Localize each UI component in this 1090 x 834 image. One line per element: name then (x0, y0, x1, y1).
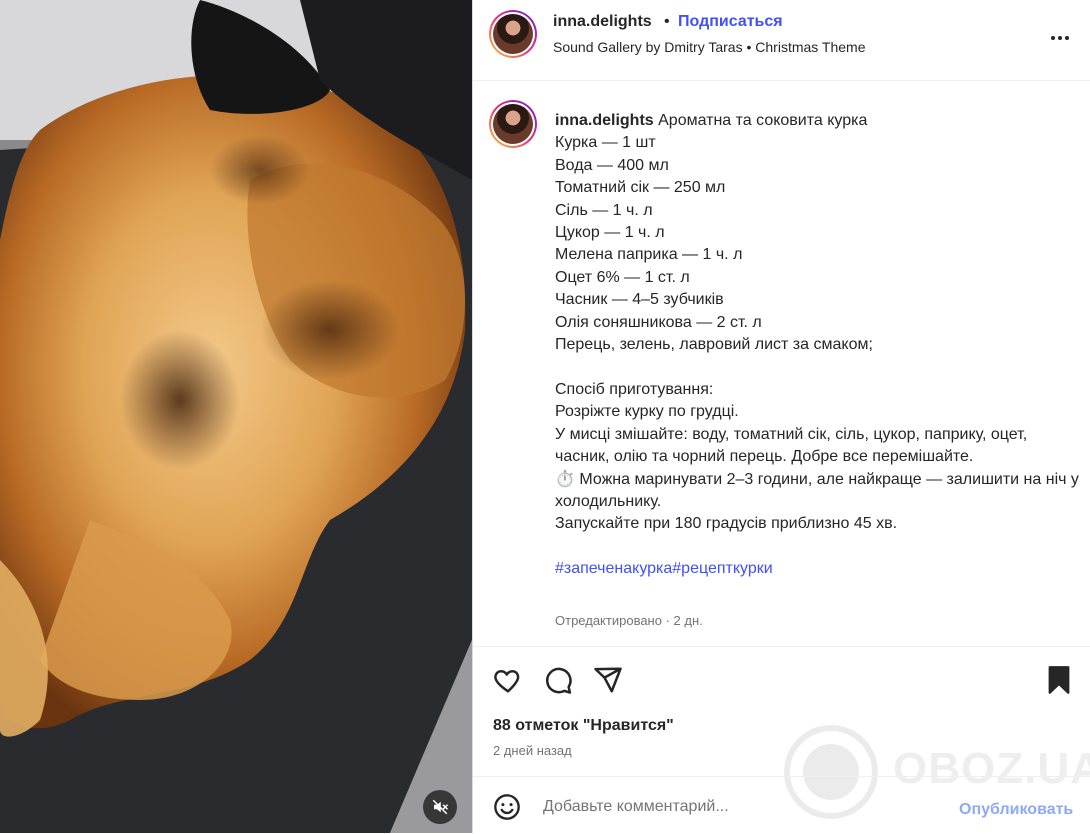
comment-button[interactable] (543, 665, 573, 700)
mute-toggle-button[interactable] (423, 790, 457, 824)
more-options-icon[interactable] (1048, 28, 1072, 48)
like-button[interactable] (493, 665, 523, 700)
avatar[interactable] (489, 10, 537, 58)
post-time[interactable]: 2 дней назад (493, 743, 572, 758)
header-username[interactable]: inna.delights (553, 13, 652, 31)
caption-body: Курка — 1 шт Вода — 400 мл Томатний сік … (555, 134, 1079, 533)
caption-avatar[interactable] (489, 100, 537, 148)
post-details-panel: inna.delights • Подписаться Sound Galler… (472, 0, 1090, 833)
heart-icon (494, 670, 520, 693)
caption-text: inna.delights Ароматна та соковита курка… (555, 110, 1079, 581)
emoji-icon (494, 794, 520, 820)
separator-dot: • (664, 13, 670, 30)
action-bar: 88 отметок "Нравится" 2 дней назад (473, 646, 1090, 777)
caption-title: Ароматна та соковита курка (658, 112, 868, 129)
share-icon (594, 667, 622, 693)
post-caption: inna.delights Ароматна та соковита курка… (489, 100, 1079, 640)
publish-button[interactable]: Опубликовать (959, 801, 1073, 819)
volume-muted-icon (432, 799, 449, 815)
post-header: inna.delights • Подписаться Sound Galler… (473, 0, 1090, 81)
post-video[interactable] (0, 0, 472, 833)
likes-count[interactable]: 88 отметок "Нравится" (493, 717, 674, 735)
edited-timestamp: Отредактировано · 2 дн. (555, 613, 703, 628)
comment-icon (546, 667, 572, 694)
audio-attribution[interactable]: Sound Gallery by Dmitry Taras • Christma… (553, 39, 865, 55)
save-button[interactable] (1045, 665, 1073, 700)
roast-chicken-image (0, 0, 472, 833)
follow-button[interactable]: Подписаться (678, 13, 783, 31)
bookmark-icon (1048, 666, 1070, 694)
comment-bar: Опубликовать (473, 776, 1090, 834)
caption-username[interactable]: inna.delights (555, 112, 654, 129)
share-button[interactable] (593, 665, 623, 700)
comment-input[interactable] (543, 798, 903, 816)
emoji-button[interactable] (493, 793, 521, 826)
hashtags-link[interactable]: #запеченакурка#рецепткурки (555, 560, 773, 577)
post-modal: inna.delights • Подписаться Sound Galler… (0, 0, 1090, 833)
